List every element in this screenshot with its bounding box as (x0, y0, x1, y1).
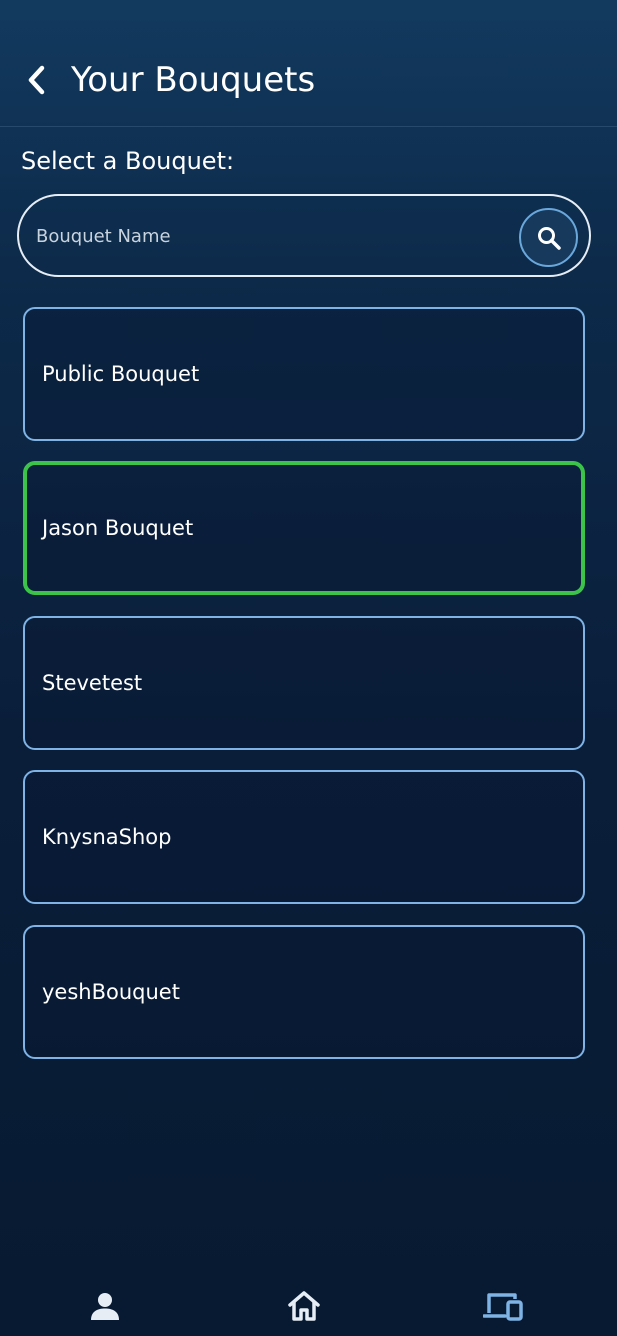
home-icon (288, 1291, 320, 1321)
bouquet-card-label: Stevetest (42, 671, 143, 695)
bouquet-card-label: Jason Bouquet (42, 516, 194, 540)
devices-icon (483, 1293, 523, 1321)
bouquet-card-label: KnysnaShop (42, 825, 172, 849)
search-button[interactable] (519, 208, 578, 267)
bouquet-card-stevetest[interactable]: Stevetest (23, 616, 585, 750)
chevron-left-icon (28, 65, 45, 95)
bouquet-card-yeshbouquet[interactable]: yeshBouquet (23, 925, 585, 1059)
nav-profile-button[interactable] (75, 1284, 135, 1328)
back-button[interactable] (18, 60, 54, 100)
nav-home-button[interactable] (274, 1284, 334, 1328)
bouquet-card-public-bouquet[interactable]: Public Bouquet (23, 307, 585, 441)
bouquet-card-knysnashop[interactable]: KnysnaShop (23, 770, 585, 904)
bouquet-card-jason-bouquet[interactable]: Jason Bouquet (23, 461, 585, 595)
bottom-navigation (0, 1276, 617, 1336)
app-header: Your Bouquets (0, 0, 617, 127)
nav-devices-button[interactable] (473, 1284, 533, 1328)
bouquet-card-label: yeshBouquet (42, 980, 180, 1004)
user-icon (91, 1293, 119, 1320)
bouquet-name-search-input[interactable] (36, 216, 506, 256)
bouquet-card-label: Public Bouquet (42, 362, 200, 386)
search-icon (537, 226, 561, 250)
page-title: Your Bouquets (71, 60, 316, 100)
select-bouquet-label: Select a Bouquet: (21, 147, 235, 175)
search-bar (17, 194, 591, 277)
